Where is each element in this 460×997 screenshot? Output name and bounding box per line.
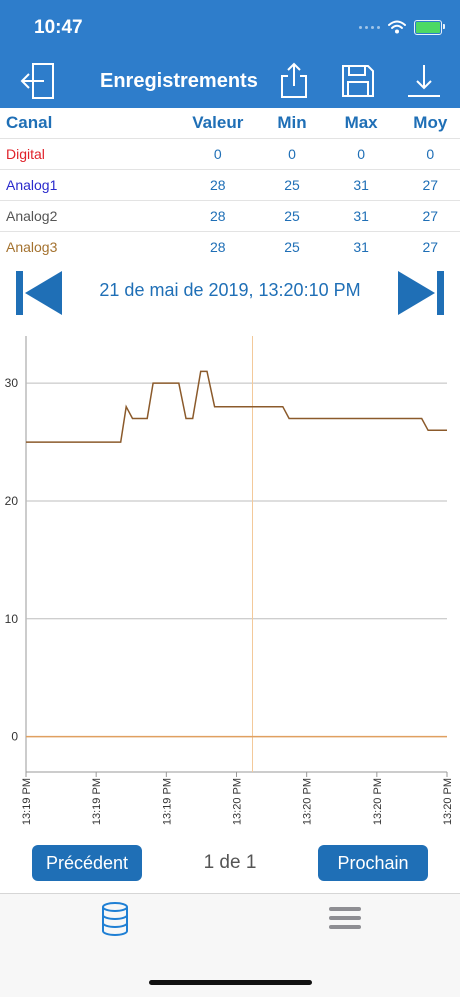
date-navigation: 21 de mai de 2019, 13:20:10 PM — [0, 262, 460, 322]
cell-min: 0 — [262, 138, 322, 170]
cell-avg: 0 — [400, 138, 460, 170]
column-header-max: Max — [344, 113, 378, 132]
column-header-value: Valeur — [192, 113, 244, 132]
cell-channel: Digital — [0, 138, 174, 170]
next-button[interactable]: Prochain — [318, 845, 428, 881]
current-date: 21 de mai de 2019, 13:20:10 PM — [99, 280, 361, 300]
cell-value: 0 — [173, 138, 263, 170]
home-indicator — [149, 980, 312, 985]
y-tick-label: 10 — [5, 612, 19, 626]
x-tick-label: 13:20 PM — [302, 778, 314, 825]
cell-avg: 27 — [400, 200, 460, 232]
table-header-row: Canal Valeur Min Max Moy — [0, 108, 460, 139]
status-time: 10:47 — [34, 17, 83, 38]
x-tick-label: 13:19 PM — [161, 778, 173, 825]
cell-avg: 27 — [400, 169, 460, 201]
cell-value: 28 — [173, 231, 263, 262]
download-icon[interactable] — [405, 62, 443, 100]
x-tick-label: 13:20 PM — [442, 778, 454, 825]
column-header-min: Min — [277, 113, 307, 132]
x-tick-label: 13:19 PM — [91, 778, 103, 825]
column-header-channel: Canal — [6, 113, 53, 132]
table-row: Analog1 28 25 31 27 — [0, 169, 460, 201]
cell-min: 25 — [262, 169, 322, 201]
signal-icon — [359, 25, 380, 29]
database-icon[interactable] — [100, 902, 130, 936]
series-line — [26, 370, 447, 443]
table-row: Analog3 28 25 31 27 — [0, 231, 460, 262]
share-icon[interactable] — [279, 60, 309, 100]
x-tick-label: 13:19 PM — [21, 778, 33, 825]
status-indicators — [359, 16, 445, 38]
cell-max: 31 — [321, 231, 401, 262]
battery-icon — [414, 19, 445, 35]
cell-avg: 27 — [400, 231, 460, 262]
y-tick-label: 20 — [5, 494, 19, 508]
wifi-icon — [388, 20, 406, 34]
cell-min: 25 — [262, 200, 322, 232]
cell-channel: Analog1 — [0, 169, 174, 201]
table-row: Analog2 28 25 31 27 — [0, 200, 460, 232]
table-row: Digital 0 0 0 0 — [0, 138, 460, 170]
line-chart: 0 10 20 30 13:19 PM 13:19 PM 13:19 PM 13:20 PM 1… — [5, 336, 454, 825]
page-title: Enregistrements — [100, 70, 258, 92]
cell-channel: Analog3 — [0, 231, 174, 262]
channel-table: Canal Valeur Min Max Moy Digital 0 0 0 0 Anal… — [0, 108, 460, 262]
y-tick-label: 0 — [11, 730, 18, 744]
cell-channel: Analog2 — [0, 200, 174, 232]
cell-value: 28 — [173, 169, 263, 201]
previous-button[interactable]: Précédent — [32, 845, 142, 881]
cell-max: 31 — [321, 200, 401, 232]
skip-last-icon[interactable] — [398, 270, 444, 316]
column-header-avg: Moy — [413, 113, 448, 132]
cell-max: 0 — [321, 138, 401, 170]
logout-icon[interactable] — [20, 62, 56, 100]
page-indicator: 1 de 1 — [203, 852, 257, 873]
x-tick-label: 13:20 PM — [372, 778, 384, 825]
y-tick-label: 30 — [5, 376, 19, 390]
skip-first-icon[interactable] — [16, 270, 62, 316]
cell-value: 28 — [173, 200, 263, 232]
menu-icon[interactable] — [329, 906, 361, 930]
cell-max: 31 — [321, 169, 401, 201]
save-icon[interactable] — [340, 63, 376, 99]
header: 10:47 Enregistrements — [0, 0, 460, 108]
x-tick-label: 13:20 PM — [232, 778, 244, 825]
cell-min: 25 — [262, 231, 322, 262]
